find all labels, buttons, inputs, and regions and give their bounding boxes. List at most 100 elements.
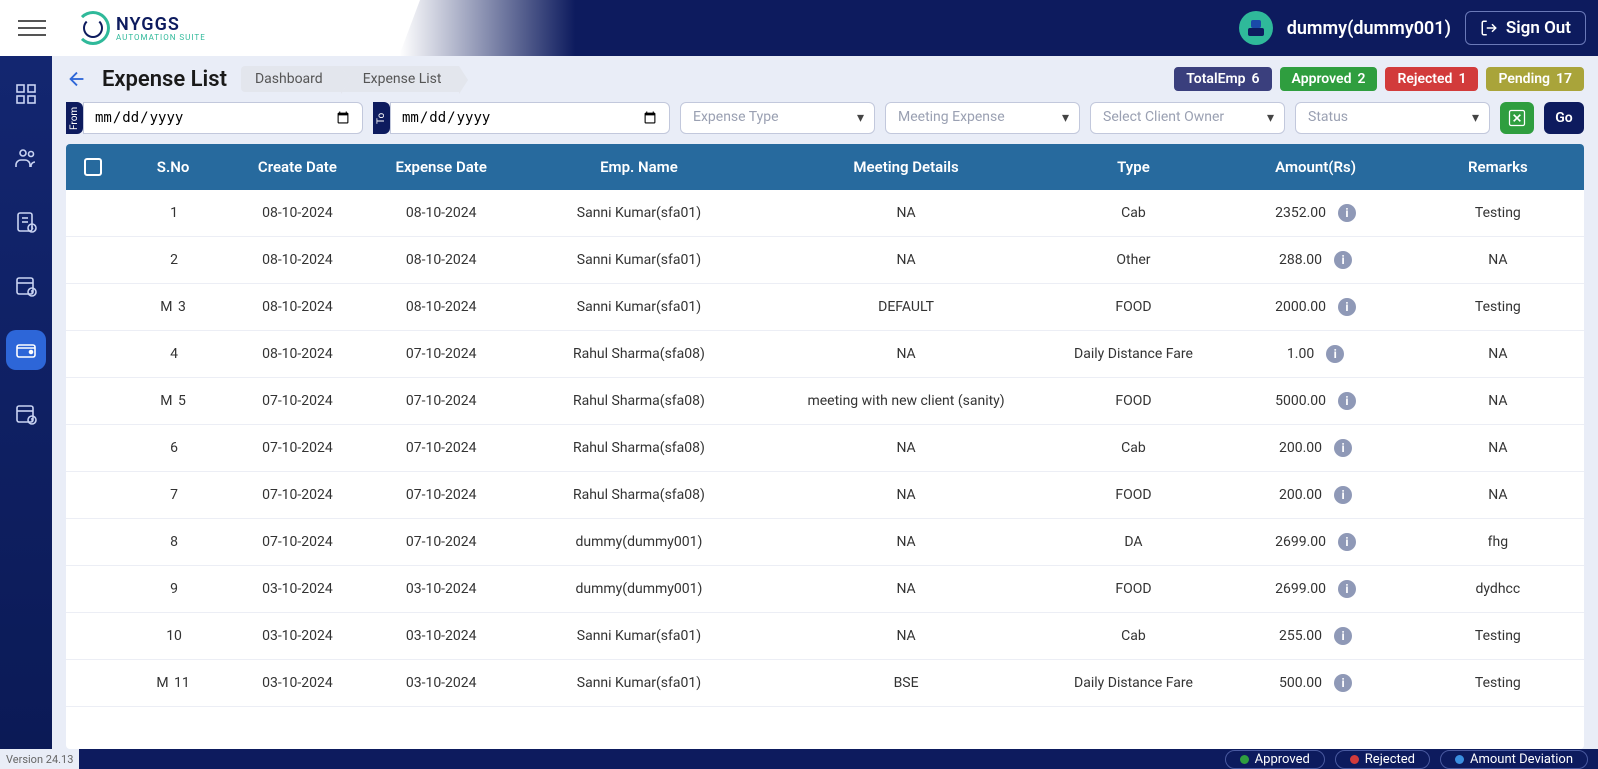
cell-emp-name: Sanni Kumar(sfa01): [513, 237, 764, 284]
table-row[interactable]: 4 08-10-2024 07-10-2024 Rahul Sharma(sfa…: [66, 331, 1584, 378]
cell-meeting: NA: [765, 613, 1048, 660]
info-icon[interactable]: i: [1338, 298, 1356, 316]
page-title: Expense List: [102, 67, 227, 92]
wallet-icon: [14, 338, 38, 362]
cell-expense-date: 03-10-2024: [369, 660, 513, 707]
table-row[interactable]: 7 07-10-2024 07-10-2024 Rahul Sharma(sfa…: [66, 472, 1584, 519]
cell-remarks: dydhcc: [1412, 566, 1584, 613]
client-owner-select[interactable]: Select Client Owner: [1090, 102, 1285, 134]
info-icon[interactable]: i: [1334, 674, 1352, 692]
sidebar-item-expense[interactable]: [6, 330, 46, 370]
avatar[interactable]: [1239, 11, 1273, 45]
back-arrow-icon[interactable]: [66, 68, 88, 90]
cell-sno: M 5: [120, 378, 225, 425]
select-all-checkbox[interactable]: [84, 158, 102, 176]
info-icon[interactable]: i: [1338, 580, 1356, 598]
menu-toggle-button[interactable]: [18, 14, 46, 42]
amount-value: 200.00: [1279, 487, 1322, 503]
sidebar-item-attendance[interactable]: [6, 394, 46, 434]
cell-checkbox: [66, 660, 120, 707]
cell-create-date: 03-10-2024: [226, 566, 369, 613]
th-create: Create Date: [226, 144, 369, 190]
info-icon[interactable]: i: [1334, 251, 1352, 269]
info-icon[interactable]: i: [1326, 345, 1344, 363]
export-excel-button[interactable]: [1500, 102, 1534, 134]
to-date-input[interactable]: [390, 102, 670, 134]
cell-remarks: Testing: [1412, 190, 1584, 237]
cell-emp-name: Sanni Kumar(sfa01): [513, 613, 764, 660]
info-icon[interactable]: i: [1334, 439, 1352, 457]
info-icon[interactable]: i: [1338, 392, 1356, 410]
cell-amount: 1.00 i: [1219, 331, 1411, 378]
table-row[interactable]: 2 08-10-2024 08-10-2024 Sanni Kumar(sfa0…: [66, 237, 1584, 284]
cell-expense-date: 08-10-2024: [369, 237, 513, 284]
amount-value: 500.00: [1279, 675, 1322, 691]
cell-remarks: NA: [1412, 425, 1584, 472]
calendar-clock-icon: [14, 274, 38, 298]
th-amount: Amount(Rs): [1219, 144, 1411, 190]
table-row[interactable]: 8 07-10-2024 07-10-2024 dummy(dummy001) …: [66, 519, 1584, 566]
pill-pending[interactable]: Pending 17: [1486, 67, 1584, 91]
info-icon[interactable]: i: [1334, 627, 1352, 645]
legend-rejected: Rejected: [1335, 750, 1430, 769]
cell-sno: 2: [120, 237, 225, 284]
sidebar: [0, 56, 52, 749]
info-icon[interactable]: i: [1338, 204, 1356, 222]
cell-amount: 2699.00 i: [1219, 566, 1411, 613]
cell-remarks: Testing: [1412, 613, 1584, 660]
amount-value: 5000.00: [1275, 393, 1326, 409]
amount-value: 288.00: [1279, 252, 1322, 268]
cell-expense-date: 08-10-2024: [369, 284, 513, 331]
crumb-dashboard[interactable]: Dashboard: [241, 66, 341, 92]
sidebar-item-schedule[interactable]: [6, 266, 46, 306]
table-row[interactable]: 1 08-10-2024 08-10-2024 Sanni Kumar(sfa0…: [66, 190, 1584, 237]
cell-type: FOOD: [1048, 284, 1220, 331]
sidebar-item-reports[interactable]: [6, 202, 46, 242]
table-row[interactable]: 9 03-10-2024 03-10-2024 dummy(dummy001) …: [66, 566, 1584, 613]
cell-meeting: NA: [765, 331, 1048, 378]
table-row[interactable]: M 3 08-10-2024 08-10-2024 Sanni Kumar(sf…: [66, 284, 1584, 331]
sidebar-item-dashboard[interactable]: [6, 74, 46, 114]
cell-meeting: NA: [765, 425, 1048, 472]
cell-checkbox: [66, 237, 120, 284]
cell-create-date: 03-10-2024: [226, 613, 369, 660]
cell-amount: 200.00 i: [1219, 425, 1411, 472]
pill-rejected[interactable]: Rejected 1: [1385, 67, 1478, 91]
go-button[interactable]: Go: [1544, 102, 1584, 134]
crumb-expense-list[interactable]: Expense List: [341, 66, 460, 92]
table-row[interactable]: 10 03-10-2024 03-10-2024 Sanni Kumar(sfa…: [66, 613, 1584, 660]
cell-type: Cab: [1048, 190, 1220, 237]
users-icon: [14, 146, 38, 170]
table-row[interactable]: 6 07-10-2024 07-10-2024 Rahul Sharma(sfa…: [66, 425, 1584, 472]
legend-approved-label: Approved: [1255, 752, 1310, 767]
info-icon[interactable]: i: [1334, 486, 1352, 504]
sign-out-label: Sign Out: [1506, 18, 1571, 38]
cell-checkbox: [66, 425, 120, 472]
status-select[interactable]: Status: [1295, 102, 1490, 134]
expense-table-wrap[interactable]: S.No Create Date Expense Date Emp. Name …: [66, 144, 1584, 749]
cell-emp-name: Rahul Sharma(sfa08): [513, 472, 764, 519]
cell-emp-name: Sanni Kumar(sfa01): [513, 284, 764, 331]
pill-total-emp[interactable]: TotalEmp 6: [1174, 67, 1271, 91]
table-row[interactable]: M 5 07-10-2024 07-10-2024 Rahul Sharma(s…: [66, 378, 1584, 425]
sign-out-button[interactable]: Sign Out: [1465, 11, 1586, 45]
grid-icon: [14, 82, 38, 106]
pill-approved[interactable]: Approved 2: [1280, 67, 1378, 91]
from-date-input[interactable]: [83, 102, 363, 134]
cell-meeting: NA: [765, 472, 1048, 519]
info-icon[interactable]: i: [1338, 533, 1356, 551]
table-row[interactable]: M 11 03-10-2024 03-10-2024 Sanni Kumar(s…: [66, 660, 1584, 707]
amount-value: 255.00: [1279, 628, 1322, 644]
cell-create-date: 07-10-2024: [226, 425, 369, 472]
amount-value: 2699.00: [1275, 581, 1326, 597]
th-checkbox: [66, 144, 120, 190]
sidebar-item-team[interactable]: [6, 138, 46, 178]
cell-expense-date: 07-10-2024: [369, 425, 513, 472]
meeting-expense-select[interactable]: Meeting Expense: [885, 102, 1080, 134]
cell-create-date: 03-10-2024: [226, 660, 369, 707]
pill-rejected-value: 1: [1458, 71, 1466, 87]
pill-total-value: 6: [1252, 71, 1260, 87]
th-sno: S.No: [120, 144, 225, 190]
legend-amount-deviation: Amount Deviation: [1440, 750, 1588, 769]
expense-type-select[interactable]: Expense Type: [680, 102, 875, 134]
